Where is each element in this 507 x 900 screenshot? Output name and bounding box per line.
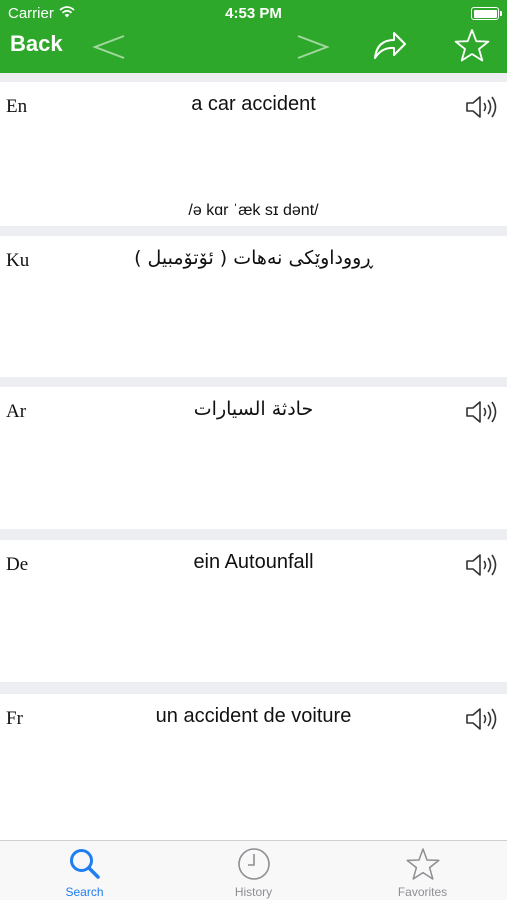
navigation-bar: Back	[0, 26, 507, 66]
tab-label-history: History	[234, 885, 273, 899]
tab-bar: Search History Favorites	[0, 840, 507, 900]
language-code: En	[6, 96, 28, 117]
star-icon	[338, 847, 507, 881]
translation-text: a car accident	[191, 93, 316, 115]
tab-history[interactable]: History	[169, 841, 338, 900]
translation-text: ڕووداوێکی نەهات ( ئۆتۆمبیل )	[134, 247, 373, 269]
speaker-icon[interactable]	[465, 400, 499, 424]
speaker-icon[interactable]	[465, 553, 499, 577]
chevron-left-icon[interactable]	[92, 34, 126, 60]
entry-row-de[interactable]: De ein Autounfall	[0, 540, 507, 682]
battery-level	[473, 9, 497, 18]
tab-favorites[interactable]: Favorites	[338, 841, 507, 900]
app-header: Carrier 4:53 PM Back	[0, 0, 507, 73]
tab-label-search: Search	[65, 885, 104, 899]
back-button[interactable]: Back	[10, 31, 63, 57]
translation-list: En a car accident /ə kɑr ˈæk sɪ dənt/ Ku…	[0, 73, 507, 840]
status-bar: Carrier 4:53 PM	[0, 0, 507, 26]
battery-icon	[471, 7, 502, 20]
translation-text: ein Autounfall	[193, 551, 314, 573]
search-icon	[0, 847, 169, 881]
star-icon[interactable]	[453, 28, 491, 62]
tab-search[interactable]: Search	[0, 841, 169, 900]
language-code: De	[6, 554, 29, 575]
entry-row-fr[interactable]: Fr un accident de voiture	[0, 694, 507, 840]
clock-icon	[169, 847, 338, 881]
entry-row-ar[interactable]: Ar حادثة السيارات	[0, 387, 507, 529]
entry-row-en[interactable]: En a car accident /ə kɑr ˈæk sɪ dənt/	[0, 82, 507, 226]
entry-row-ku[interactable]: Ku ڕووداوێکی نەهات ( ئۆتۆمبیل )	[0, 236, 507, 377]
chevron-right-icon[interactable]	[296, 34, 330, 60]
status-time: 4:53 PM	[225, 5, 282, 22]
language-code: Ku	[6, 250, 30, 271]
speaker-icon[interactable]	[465, 95, 499, 119]
tab-label-favorites: Favorites	[397, 885, 448, 899]
phonetic-transcription: /ə kɑr ˈæk sɪ dənt/	[188, 202, 319, 219]
translation-text: حادثة السيارات	[193, 398, 314, 420]
speaker-icon[interactable]	[465, 707, 499, 731]
language-code: Fr	[6, 708, 23, 729]
translation-text: un accident de voiture	[155, 705, 352, 727]
share-arrow-icon[interactable]	[372, 29, 408, 61]
language-code: Ar	[6, 401, 27, 422]
